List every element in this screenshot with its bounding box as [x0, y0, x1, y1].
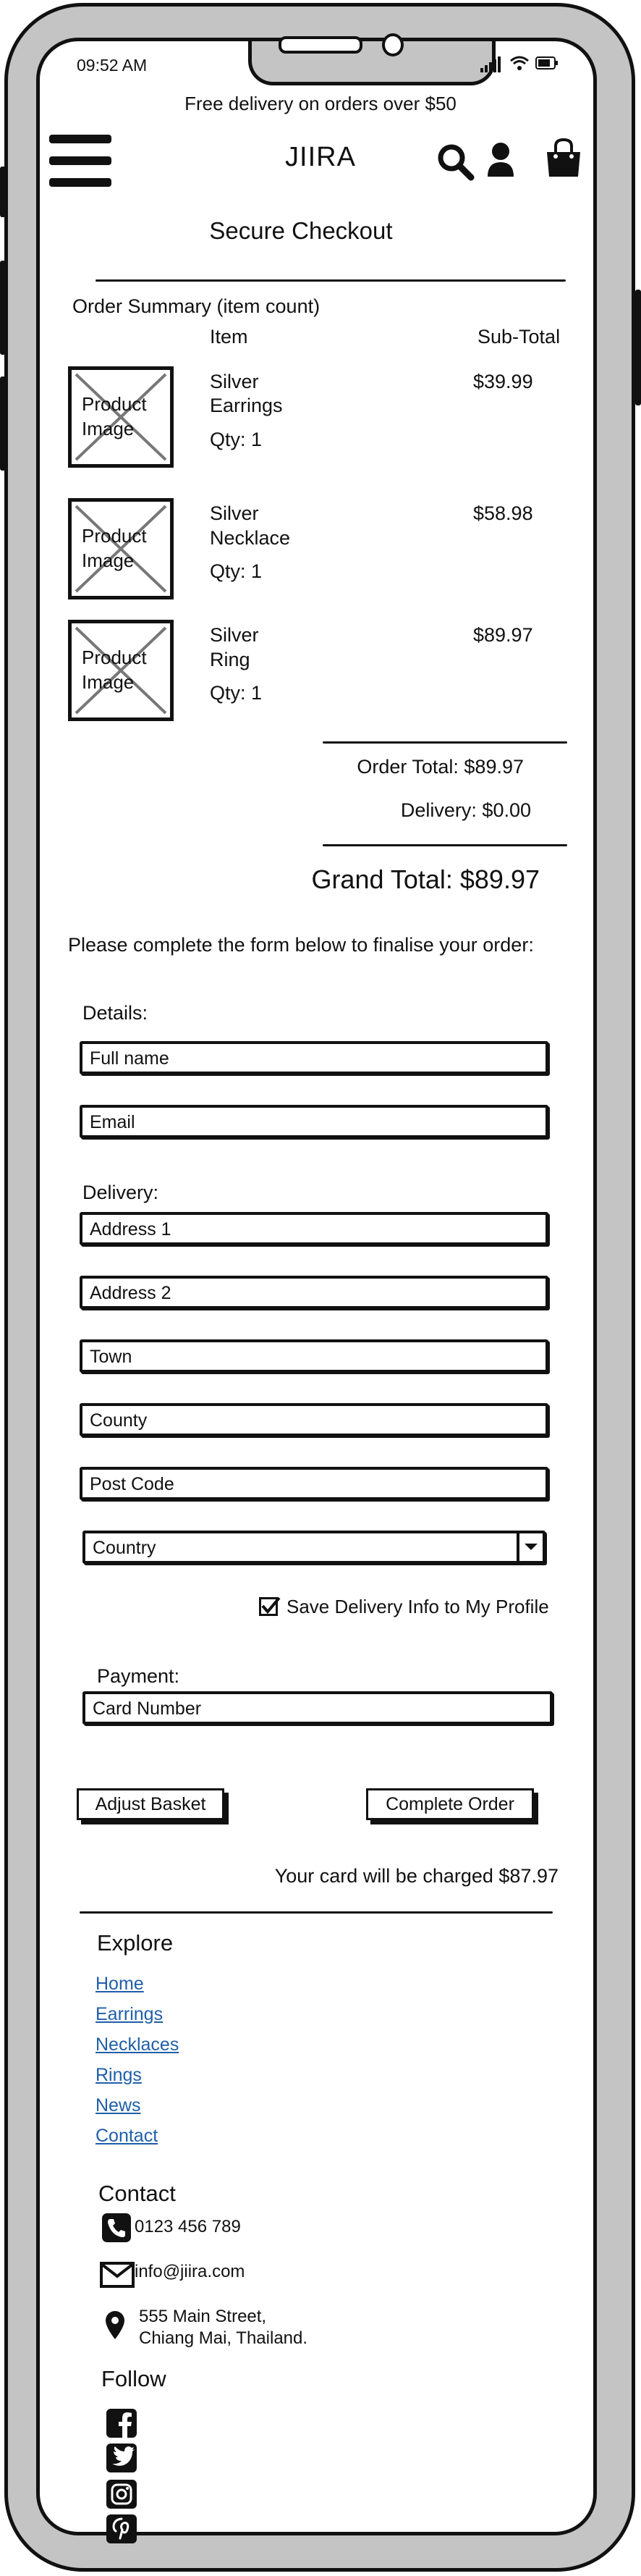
- volume-button: [0, 376, 6, 471]
- power-button: [635, 290, 641, 405]
- divider: [323, 844, 567, 846]
- item-name-line2: Ring: [210, 649, 250, 670]
- item-name-line1: Silver: [210, 624, 259, 646]
- contact-email[interactable]: info@jiira.com: [135, 2262, 245, 2282]
- item-price: $58.98: [473, 502, 533, 524]
- status-time: 09:52 AM: [77, 56, 148, 75]
- chevron-down-icon: [525, 1544, 538, 1550]
- instagram-icon[interactable]: [106, 2479, 137, 2509]
- volume-button: [0, 261, 6, 355]
- contact-heading: Contact: [98, 2181, 176, 2206]
- checkmark-icon: [261, 1596, 281, 1615]
- promo-banner: Free delivery on orders over $50: [184, 93, 457, 114]
- user-account-icon[interactable]: [486, 142, 515, 178]
- product-image-placeholder: Product Image: [68, 498, 174, 599]
- grand-total: Grand Total: $89.97: [311, 864, 540, 894]
- item-name-line1: Silver: [210, 371, 259, 392]
- order-summary-heading: Order Summary (item count): [72, 295, 320, 317]
- delivery-label: Delivery:: [82, 1182, 159, 1203]
- dropdown-button[interactable]: [517, 1533, 543, 1561]
- divider: [323, 741, 567, 744]
- battery-icon: [535, 56, 558, 70]
- footer-link-home[interactable]: Home: [95, 1974, 144, 1995]
- column-header-item: Item: [210, 326, 248, 348]
- speaker: [279, 36, 362, 54]
- camera: [382, 33, 404, 56]
- county-field[interactable]: County: [80, 1403, 548, 1436]
- item-quantity: Qty: 1: [210, 560, 263, 582]
- item-quantity: Qty: 1: [210, 682, 263, 704]
- signal-icon: [480, 56, 501, 72]
- contact-address-line1: 555 Main Street,: [139, 2307, 267, 2326]
- email-field[interactable]: Email: [80, 1105, 548, 1138]
- phone-icon: [102, 2213, 131, 2242]
- product-image-placeholder: Product Image: [68, 366, 174, 468]
- divider: [95, 279, 566, 282]
- footer-link-necklaces[interactable]: Necklaces: [95, 2034, 179, 2055]
- page-title: Secure Checkout: [209, 217, 393, 244]
- address2-field[interactable]: Address 2: [80, 1276, 548, 1309]
- contact-address-line2: Chiang Mai, Thailand.: [139, 2328, 308, 2348]
- item-name-line2: Earrings: [210, 395, 283, 416]
- twitter-icon[interactable]: [106, 2443, 137, 2473]
- footer-link-contact[interactable]: Contact: [95, 2126, 158, 2147]
- divider: [80, 1911, 553, 1914]
- save-info-label: Save Delivery Info to My Profile: [286, 1596, 549, 1617]
- volume-button: [0, 167, 6, 217]
- footer-link-earrings[interactable]: Earrings: [95, 2004, 163, 2025]
- adjust-basket-button[interactable]: Adjust Basket: [77, 1788, 224, 1820]
- location-pin-icon: [106, 2311, 124, 2339]
- address1-field[interactable]: Address 1: [80, 1212, 548, 1245]
- charge-note: Your card will be charged $87.97: [274, 1865, 559, 1887]
- save-info-checkbox[interactable]: [259, 1596, 281, 1616]
- country-select[interactable]: Country: [82, 1531, 546, 1564]
- item-quantity: Qty: 1: [210, 429, 263, 450]
- facebook-icon[interactable]: [106, 2408, 137, 2438]
- explore-heading: Explore: [97, 1930, 174, 1956]
- payment-label: Payment:: [97, 1665, 180, 1687]
- envelope-icon: [100, 2262, 135, 2288]
- shopping-bag-icon[interactable]: [544, 138, 583, 178]
- card-number-field[interactable]: Card Number: [82, 1691, 553, 1725]
- item-name-line1: Silver: [210, 502, 259, 524]
- complete-order-button[interactable]: Complete Order: [366, 1788, 534, 1820]
- footer-link-news[interactable]: News: [95, 2095, 141, 2116]
- details-label: Details:: [82, 1002, 148, 1024]
- town-field[interactable]: Town: [80, 1339, 548, 1373]
- form-intro: Please complete the form below to finali…: [68, 934, 534, 956]
- product-image-label: Product Image: [82, 393, 147, 439]
- search-icon[interactable]: [437, 143, 475, 181]
- wifi-icon: [510, 56, 529, 70]
- order-total: Order Total: $89.97: [357, 756, 524, 778]
- item-name-line2: Necklace: [210, 527, 291, 549]
- item-price: $39.99: [473, 371, 533, 392]
- item-price: $89.97: [473, 624, 533, 646]
- product-image-placeholder: Product Image: [68, 620, 174, 721]
- delivery-cost: Delivery: $0.00: [400, 799, 531, 821]
- product-image-label: Product Image: [82, 525, 147, 571]
- pinterest-icon[interactable]: [106, 2514, 137, 2544]
- follow-heading: Follow: [101, 2366, 166, 2391]
- footer-link-rings[interactable]: Rings: [95, 2065, 142, 2086]
- column-header-subtotal: Sub-Total: [477, 326, 561, 348]
- post-code-field[interactable]: Post Code: [80, 1467, 548, 1500]
- full-name-field[interactable]: Full name: [80, 1041, 548, 1074]
- product-image-label: Product Image: [82, 647, 147, 693]
- contact-phone: 0123 456 789: [135, 2217, 241, 2236]
